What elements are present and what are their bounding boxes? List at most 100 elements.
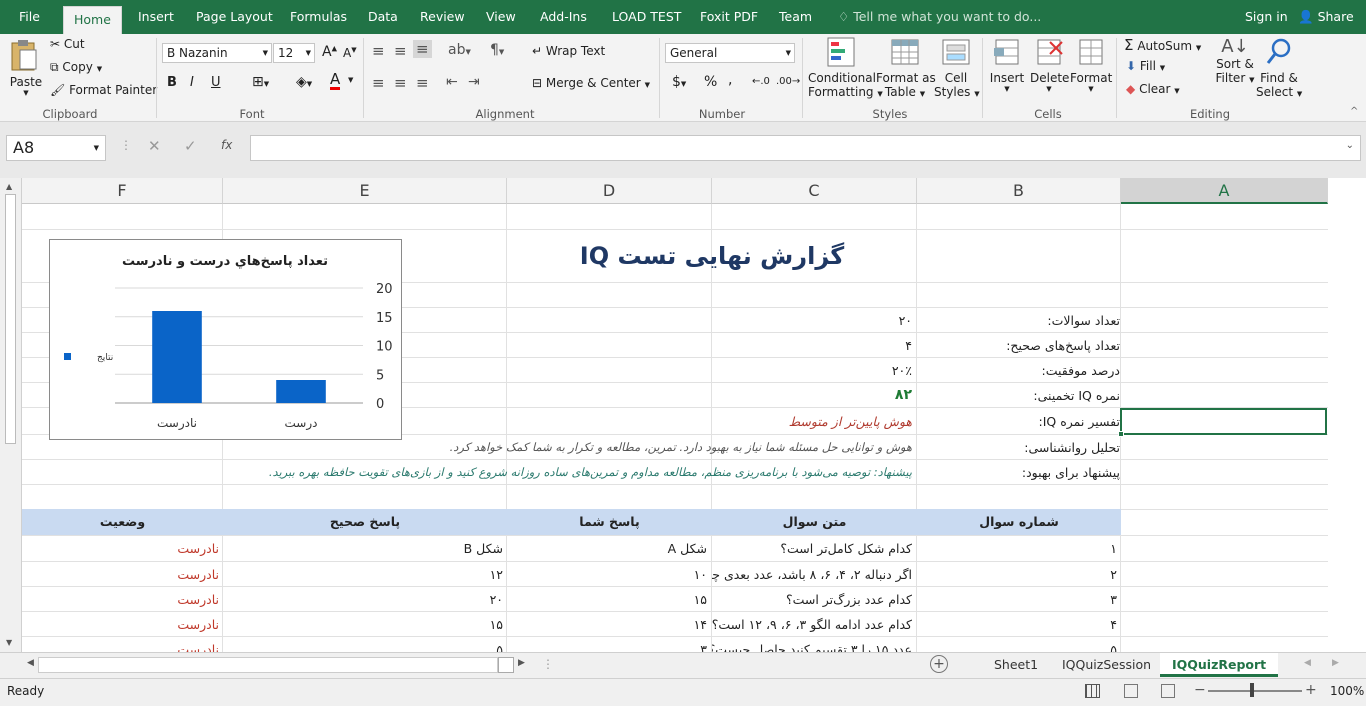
cell-question-text[interactable]: کدام عدد بزرگ‌تر است؟	[712, 587, 912, 612]
value-improvement[interactable]: پیشنهاد: توصیه می‌شود با برنامه‌ریزی منظ…	[242, 460, 912, 485]
cell-question-text[interactable]: عدد ۱۵ را ۳ تقسیم کنید حاصل چیست؟	[712, 637, 912, 652]
formula-bar-options-icon[interactable]: ⋮	[120, 138, 132, 152]
number-format-dropdown[interactable]: General ▼	[665, 43, 795, 63]
scroll-thumb[interactable]	[5, 194, 16, 444]
tab-view[interactable]: View	[486, 0, 516, 34]
middle-align-button[interactable]: ≡	[394, 42, 407, 60]
header-correct-answer[interactable]: پاسخ صحیح	[223, 509, 507, 535]
cell-question-number[interactable]: ۵	[917, 637, 1117, 652]
decrease-indent-button[interactable]: ⇤	[446, 74, 458, 90]
zoom-slider-thumb[interactable]	[1250, 683, 1254, 697]
vertical-scrollbar[interactable]: ▲ ▼	[0, 178, 22, 652]
header-your-answer[interactable]: پاسخ شما	[507, 509, 712, 535]
cell-question-number[interactable]: ۱	[917, 536, 1117, 561]
tab-addins[interactable]: Add-Ins	[540, 0, 587, 34]
report-title[interactable]: گزارش نهایی تست IQ	[507, 230, 917, 282]
font-name-dropdown[interactable]: B Nazanin ▼	[162, 43, 272, 63]
page-layout-view-icon[interactable]	[1124, 684, 1138, 698]
top-align-button[interactable]: ≡	[372, 42, 385, 60]
borders-button[interactable]: ⊞▼	[252, 74, 269, 90]
cell-status[interactable]: نادرست	[22, 637, 219, 652]
italic-button[interactable]: I	[190, 75, 194, 90]
font-size-dropdown[interactable]: 12 ▼	[273, 43, 315, 63]
tab-home[interactable]: Home	[63, 6, 122, 34]
tab-formulas[interactable]: Formulas	[290, 0, 347, 34]
sheet-tab-sheet1[interactable]: Sheet1	[994, 653, 1038, 677]
bold-button[interactable]: B	[167, 75, 177, 90]
horizontal-scroll-thumb[interactable]	[498, 657, 514, 673]
sheet-tab-iqquizreport[interactable]: IQQuizReport	[1160, 653, 1279, 677]
cell-status[interactable]: نادرست	[22, 587, 219, 612]
paste-button[interactable]: Paste ▼	[8, 38, 44, 102]
cell-your-answer[interactable]: ۱۵	[507, 587, 707, 612]
sheet-scroll-prev-icon[interactable]: ◀	[1304, 658, 1311, 668]
tab-bar-splitter[interactable]: ⋮	[542, 657, 554, 671]
tab-load-test[interactable]: LOAD TEST	[612, 0, 681, 34]
fill-color-button[interactable]: ◈▼	[296, 74, 312, 90]
value-psych-analysis[interactable]: هوش و توانایی حل مسئله شما نیاز به بهبود…	[402, 435, 912, 460]
scroll-down-icon[interactable]: ▼	[6, 638, 12, 647]
value-success-rate[interactable]: ۲۰٪	[712, 358, 912, 383]
label-iq-score[interactable]: نمره IQ تخمینی:	[922, 383, 1120, 408]
horizontal-scrollbar[interactable]	[38, 657, 498, 673]
increase-indent-button[interactable]: ⇥	[468, 74, 480, 90]
label-improvement[interactable]: پیشنهاد برای بهبود:	[922, 460, 1120, 485]
cell-status[interactable]: نادرست	[22, 612, 219, 637]
bottom-align-button[interactable]: ≡	[413, 40, 432, 58]
header-question-text[interactable]: متن سوال	[712, 509, 917, 535]
scroll-right-icon[interactable]: ▶	[518, 658, 525, 668]
cell-correct-answer[interactable]: ۱۵	[223, 612, 503, 637]
cell-your-answer[interactable]: ۳	[507, 637, 707, 652]
column-header-c[interactable]: C	[712, 178, 917, 204]
cell-question-text[interactable]: کدام شکل کامل‌تر است؟	[712, 536, 912, 561]
value-question-count[interactable]: ۲۰	[712, 308, 912, 333]
normal-view-icon[interactable]	[1085, 684, 1100, 698]
tab-review[interactable]: Review	[420, 0, 465, 34]
cell-your-answer[interactable]: ۱۴	[507, 612, 707, 637]
percent-button[interactable]: %	[704, 74, 717, 90]
wrap-text-button[interactable]: ↵ Wrap Text	[532, 44, 605, 58]
cell-correct-answer[interactable]: ۱۲	[223, 562, 503, 587]
tell-me-search[interactable]: ♢ Tell me what you want to do...	[838, 0, 1041, 34]
font-color-button[interactable]: A	[330, 72, 341, 90]
zoom-slider[interactable]	[1208, 690, 1302, 692]
sign-in-link[interactable]: Sign in	[1245, 0, 1288, 34]
label-correct-count[interactable]: تعداد پاسخ‌های صحیح:	[922, 333, 1120, 358]
cancel-entry-button[interactable]: ✕	[148, 137, 161, 155]
scroll-up-icon[interactable]: ▲	[6, 182, 12, 191]
fill-handle[interactable]	[1118, 431, 1124, 437]
tab-page-layout[interactable]: Page Layout	[196, 0, 273, 34]
value-iq-interpretation[interactable]: هوش پایین‌تر از متوسط	[712, 409, 912, 434]
column-header-f[interactable]: F	[22, 178, 223, 204]
decrease-font-button[interactable]: A▼	[343, 46, 357, 60]
cell-question-text[interactable]: اگر دنباله ۲، ۴، ۶، ۸ باشد، عدد بعدی چیس…	[712, 562, 912, 587]
insert-cells-button[interactable]: Insert ▼	[988, 36, 1026, 93]
decrease-decimal-button[interactable]: .00→	[776, 76, 800, 87]
scroll-left-icon[interactable]: ◀	[27, 658, 34, 668]
cell-your-answer[interactable]: ۱۰	[507, 562, 707, 587]
text-direction-button[interactable]: ¶▼	[490, 42, 504, 58]
format-as-table-button[interactable]: Format as Table ▼	[876, 36, 936, 99]
tab-file[interactable]: File	[19, 0, 40, 34]
label-success-rate[interactable]: درصد موفقیت:	[922, 358, 1120, 383]
page-break-view-icon[interactable]	[1161, 684, 1175, 698]
label-psych-analysis[interactable]: تحلیل روانشناسی:	[922, 435, 1120, 460]
currency-button[interactable]: $▼	[672, 74, 686, 90]
autosum-button[interactable]: Σ AutoSum ▼	[1124, 36, 1201, 54]
fill-button[interactable]: ⬇ Fill ▼	[1126, 59, 1165, 73]
delete-cells-button[interactable]: Delete ▼	[1030, 36, 1069, 93]
cell-question-text[interactable]: کدام عدد ادامه الگو ۳، ۶، ۹، ۱۲ است؟	[712, 612, 912, 637]
cell-question-number[interactable]: ۴	[917, 612, 1117, 637]
zoom-out-icon[interactable]: −	[1194, 682, 1206, 698]
cut-button[interactable]: ✂ Cut	[50, 37, 85, 51]
increase-decimal-button[interactable]: ←.0	[752, 76, 770, 87]
column-header-b[interactable]: B	[917, 178, 1121, 204]
add-sheet-icon[interactable]: +	[930, 655, 948, 673]
format-painter-button[interactable]: 🖌 Format Painter	[50, 83, 157, 97]
value-correct-count[interactable]: ۴	[712, 333, 912, 358]
align-right-button[interactable]: ≡	[416, 74, 429, 92]
column-header-e[interactable]: E	[223, 178, 507, 204]
tab-foxit-pdf[interactable]: Foxit PDF	[700, 0, 758, 34]
cell-correct-answer[interactable]: شکل B	[223, 536, 503, 561]
increase-font-button[interactable]: A▲	[322, 44, 337, 60]
